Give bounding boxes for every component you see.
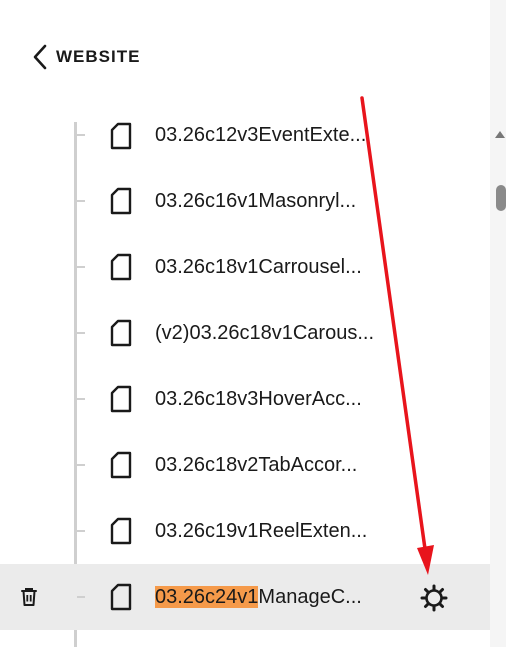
page-label-rest: ManageC... xyxy=(258,586,362,608)
page-label: 03.26c19v1ReelExten... xyxy=(155,520,368,542)
scrollbar-track[interactable] xyxy=(490,0,506,647)
page-icon xyxy=(110,451,132,479)
tree-tick xyxy=(77,266,85,268)
tree-tick xyxy=(77,398,85,400)
scroll-up-arrow-icon[interactable] xyxy=(494,129,506,139)
page-icon xyxy=(110,385,132,413)
tree-tick xyxy=(77,332,85,334)
back-label: WEBSITE xyxy=(56,47,141,66)
page-row[interactable]: 03.26c18v1Carrousel... xyxy=(0,234,490,300)
page-icon xyxy=(110,517,132,545)
page-label: 03.26c18v1Carrousel... xyxy=(155,256,362,278)
page-row[interactable]: 03.26c16v1Masonryl... xyxy=(0,168,490,234)
page-label: 03.26c18v3HoverAcc... xyxy=(155,388,362,410)
trash-icon[interactable] xyxy=(19,586,39,608)
page-row-selected[interactable]: 03.26c24v1ManageC... xyxy=(0,564,490,630)
gear-icon[interactable] xyxy=(419,583,449,613)
tree-tick xyxy=(77,200,85,202)
page-list-panel: WEBSITE 03.26c12v3EventExte... 03.26c16v… xyxy=(0,0,506,647)
page-row[interactable]: 03.26c18v3HoverAcc... xyxy=(0,366,490,432)
page-row[interactable]: (v2)03.26c18v1Carous... xyxy=(0,300,490,366)
page-label: 03.26c16v1Masonryl... xyxy=(155,190,357,212)
page-icon xyxy=(110,583,132,611)
chevron-left-icon xyxy=(33,44,47,70)
page-label: 03.26c12v3EventExte... xyxy=(155,124,367,146)
page-icon xyxy=(110,253,132,281)
page-icon xyxy=(110,187,132,215)
scrollbar-thumb[interactable] xyxy=(496,185,506,211)
page-icon xyxy=(110,122,132,150)
tree-tick xyxy=(77,596,85,598)
page-list: 03.26c12v3EventExte... 03.26c16v1Masonry… xyxy=(0,102,490,630)
page-row[interactable]: 03.26c12v3EventExte... xyxy=(0,102,490,168)
page-row[interactable]: 03.26c19v1ReelExten... xyxy=(0,498,490,564)
back-to-website-button[interactable]: WEBSITE xyxy=(32,44,140,70)
page-label: 03.26c24v1ManageC... xyxy=(155,583,362,611)
search-match-highlight: 03.26c24v1 xyxy=(155,586,259,608)
page-icon xyxy=(110,319,132,347)
tree-tick xyxy=(77,134,85,136)
tree-tick xyxy=(77,530,85,532)
tree-tick xyxy=(77,464,85,466)
page-row[interactable]: 03.26c18v2TabAccor... xyxy=(0,432,490,498)
page-label: 03.26c18v2TabAccor... xyxy=(155,454,358,476)
page-label: (v2)03.26c18v1Carous... xyxy=(155,322,375,344)
